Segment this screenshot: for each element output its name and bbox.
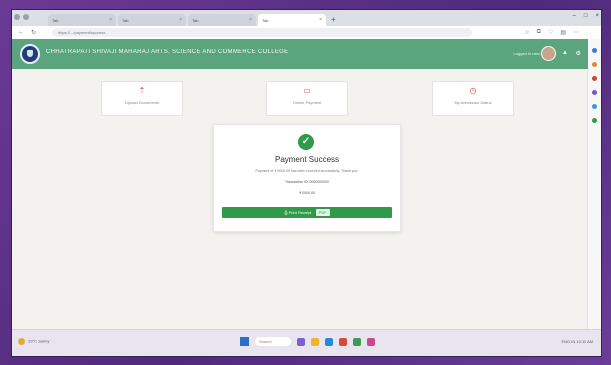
app-header: CHHATRAPATI SHIVAJI MAHARAJ ARTS, SCIENC… xyxy=(12,39,588,69)
close-icon[interactable]: × xyxy=(109,17,112,23)
search-icon[interactable] xyxy=(592,48,597,53)
nav-buttons: ← ↻ xyxy=(18,29,36,36)
transaction-reference: Transaction ID: 0000000000 xyxy=(284,180,330,184)
edge-icon[interactable] xyxy=(325,337,333,346)
app-icon[interactable] xyxy=(367,337,375,346)
close-icon[interactable]: × xyxy=(319,17,322,23)
taskbar-search[interactable]: Search xyxy=(255,337,291,346)
browser-tab[interactable]: Tab × xyxy=(48,14,116,26)
shopping-icon[interactable] xyxy=(592,62,597,67)
workspaces-icon[interactable] xyxy=(23,14,29,20)
store-icon[interactable] xyxy=(353,337,361,346)
browser-tab[interactable]: Tab × xyxy=(118,14,186,26)
quick-action-label: Online Payment xyxy=(292,100,322,105)
payment-title: Payment Success xyxy=(274,155,340,164)
quick-action-payment[interactable]: ▭ Online Payment xyxy=(266,81,348,116)
quick-action-label: Upload Documents xyxy=(124,100,160,105)
close-window-icon[interactable]: × xyxy=(595,13,599,19)
tab-label: Tab xyxy=(52,17,59,23)
chrome-icon[interactable] xyxy=(339,337,347,346)
print-receipt-label: Print Receipt xyxy=(288,210,312,215)
payment-message: Payment of ₹ 0000.00 has been received s… xyxy=(255,169,359,173)
notification-icon[interactable]: ▲ xyxy=(562,50,568,56)
sun-icon xyxy=(18,338,25,345)
system-tray[interactable]: ENG IN 10:11 AM xyxy=(562,339,594,344)
wallet-icon: ▭ xyxy=(303,86,311,95)
tab-label: Tab xyxy=(122,17,129,23)
printer-icon: ⎙ xyxy=(284,210,288,215)
add-icon[interactable] xyxy=(592,118,597,123)
taskbar-apps: Search xyxy=(240,337,375,346)
tab-list: Tab × Tab × Tab × Tab × + xyxy=(48,14,339,26)
weather-widget[interactable]: 29°C Sunny xyxy=(18,338,50,345)
task-view-icon[interactable] xyxy=(297,337,305,346)
browser-toolbar: ☆ ⧉ ♡ ▤ ⋯ xyxy=(524,29,579,36)
maximize-icon[interactable]: □ xyxy=(584,13,588,19)
close-icon[interactable]: × xyxy=(249,17,252,23)
settings-icon[interactable]: ⚙ xyxy=(576,50,581,57)
browser-tab-strip: Tab × Tab × Tab × Tab × + – □ × xyxy=(12,10,601,26)
minimize-icon[interactable]: – xyxy=(573,13,576,19)
collections-icon[interactable]: ▤ xyxy=(560,29,566,36)
taskbar: 29°C Sunny Search ENG IN 10:11 AM xyxy=(12,329,601,356)
weather-label: 29°C Sunny xyxy=(28,338,50,344)
quick-action-status[interactable]: ◷ My Admission Status xyxy=(432,81,514,116)
user-name: Logged in user xyxy=(513,51,540,56)
quick-action-upload[interactable]: ⇡ Upload Documents xyxy=(101,81,183,116)
menu-icon[interactable]: ⋯ xyxy=(573,29,579,36)
college-logo xyxy=(20,44,40,64)
games-icon[interactable] xyxy=(592,90,597,95)
favorites-icon[interactable]: ♡ xyxy=(548,29,553,36)
close-icon[interactable]: × xyxy=(179,17,182,23)
clock-icon: ◷ xyxy=(469,86,477,95)
tools-icon[interactable] xyxy=(592,76,597,81)
browser-tab[interactable]: Tab × xyxy=(188,14,256,26)
upload-icon: ⇡ xyxy=(138,86,146,95)
avatar[interactable] xyxy=(541,46,556,61)
browser-tab-active[interactable]: Tab × xyxy=(258,14,326,26)
tab-label: Tab xyxy=(262,17,269,23)
new-tab-icon[interactable]: + xyxy=(328,14,339,26)
tab-label: Tab xyxy=(192,17,199,23)
browser-sidebar xyxy=(587,39,601,329)
monitor-screen: Tab × Tab × Tab × Tab × + – □ × ← ↻ http… xyxy=(12,10,601,356)
window-controls: – □ × xyxy=(573,13,599,19)
payment-success-card: ✓ Payment Success Payment of ₹ 0000.00 h… xyxy=(213,124,401,232)
outlook-icon[interactable] xyxy=(592,104,597,109)
quick-action-label: My Admission Status xyxy=(454,100,492,105)
back-icon[interactable]: ← xyxy=(18,29,24,36)
window-controls-left xyxy=(14,14,29,20)
url-field[interactable]: https://.../payment/success xyxy=(52,28,472,37)
address-bar: ← ↻ https://.../payment/success ☆ ⧉ ♡ ▤ … xyxy=(12,26,601,40)
extensions-icon[interactable]: ⧉ xyxy=(537,29,541,36)
file-explorer-icon[interactable] xyxy=(311,337,319,346)
app-title: CHHATRAPATI SHIVAJI MAHARAJ ARTS, SCIENC… xyxy=(46,49,289,55)
print-receipt-button[interactable]: ⎙ Print Receipt PDF xyxy=(222,207,392,218)
pdf-chip: PDF xyxy=(315,209,330,216)
star-icon[interactable]: ☆ xyxy=(524,29,529,36)
profile-icon[interactable] xyxy=(14,14,20,20)
check-circle-icon: ✓ xyxy=(298,134,314,150)
payment-amount: ₹ 0000.00 xyxy=(299,191,315,195)
windows-start-icon[interactable] xyxy=(240,337,249,346)
refresh-icon[interactable]: ↻ xyxy=(31,29,36,36)
